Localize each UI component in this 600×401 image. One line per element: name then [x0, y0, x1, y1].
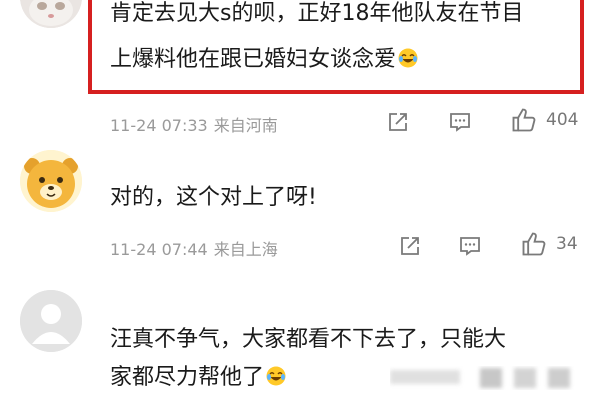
comment-text: 家都尽力帮他了: [110, 365, 265, 390]
avatar[interactable]: [20, 290, 82, 352]
laughing-tears-emoji-icon: [266, 366, 286, 386]
default-user-avatar-icon: [20, 290, 82, 352]
comment-text-line-1: 汪真不争气，大家都看不下去了，只能大: [110, 327, 507, 352]
comment-text-line-2: 家都尽力帮他了: [110, 360, 286, 396]
comment-3: 汪真不争气，大家都看不下去了，只能大 家都尽力帮他了: [0, 0, 600, 401]
blurred-watermark: [390, 364, 590, 394]
